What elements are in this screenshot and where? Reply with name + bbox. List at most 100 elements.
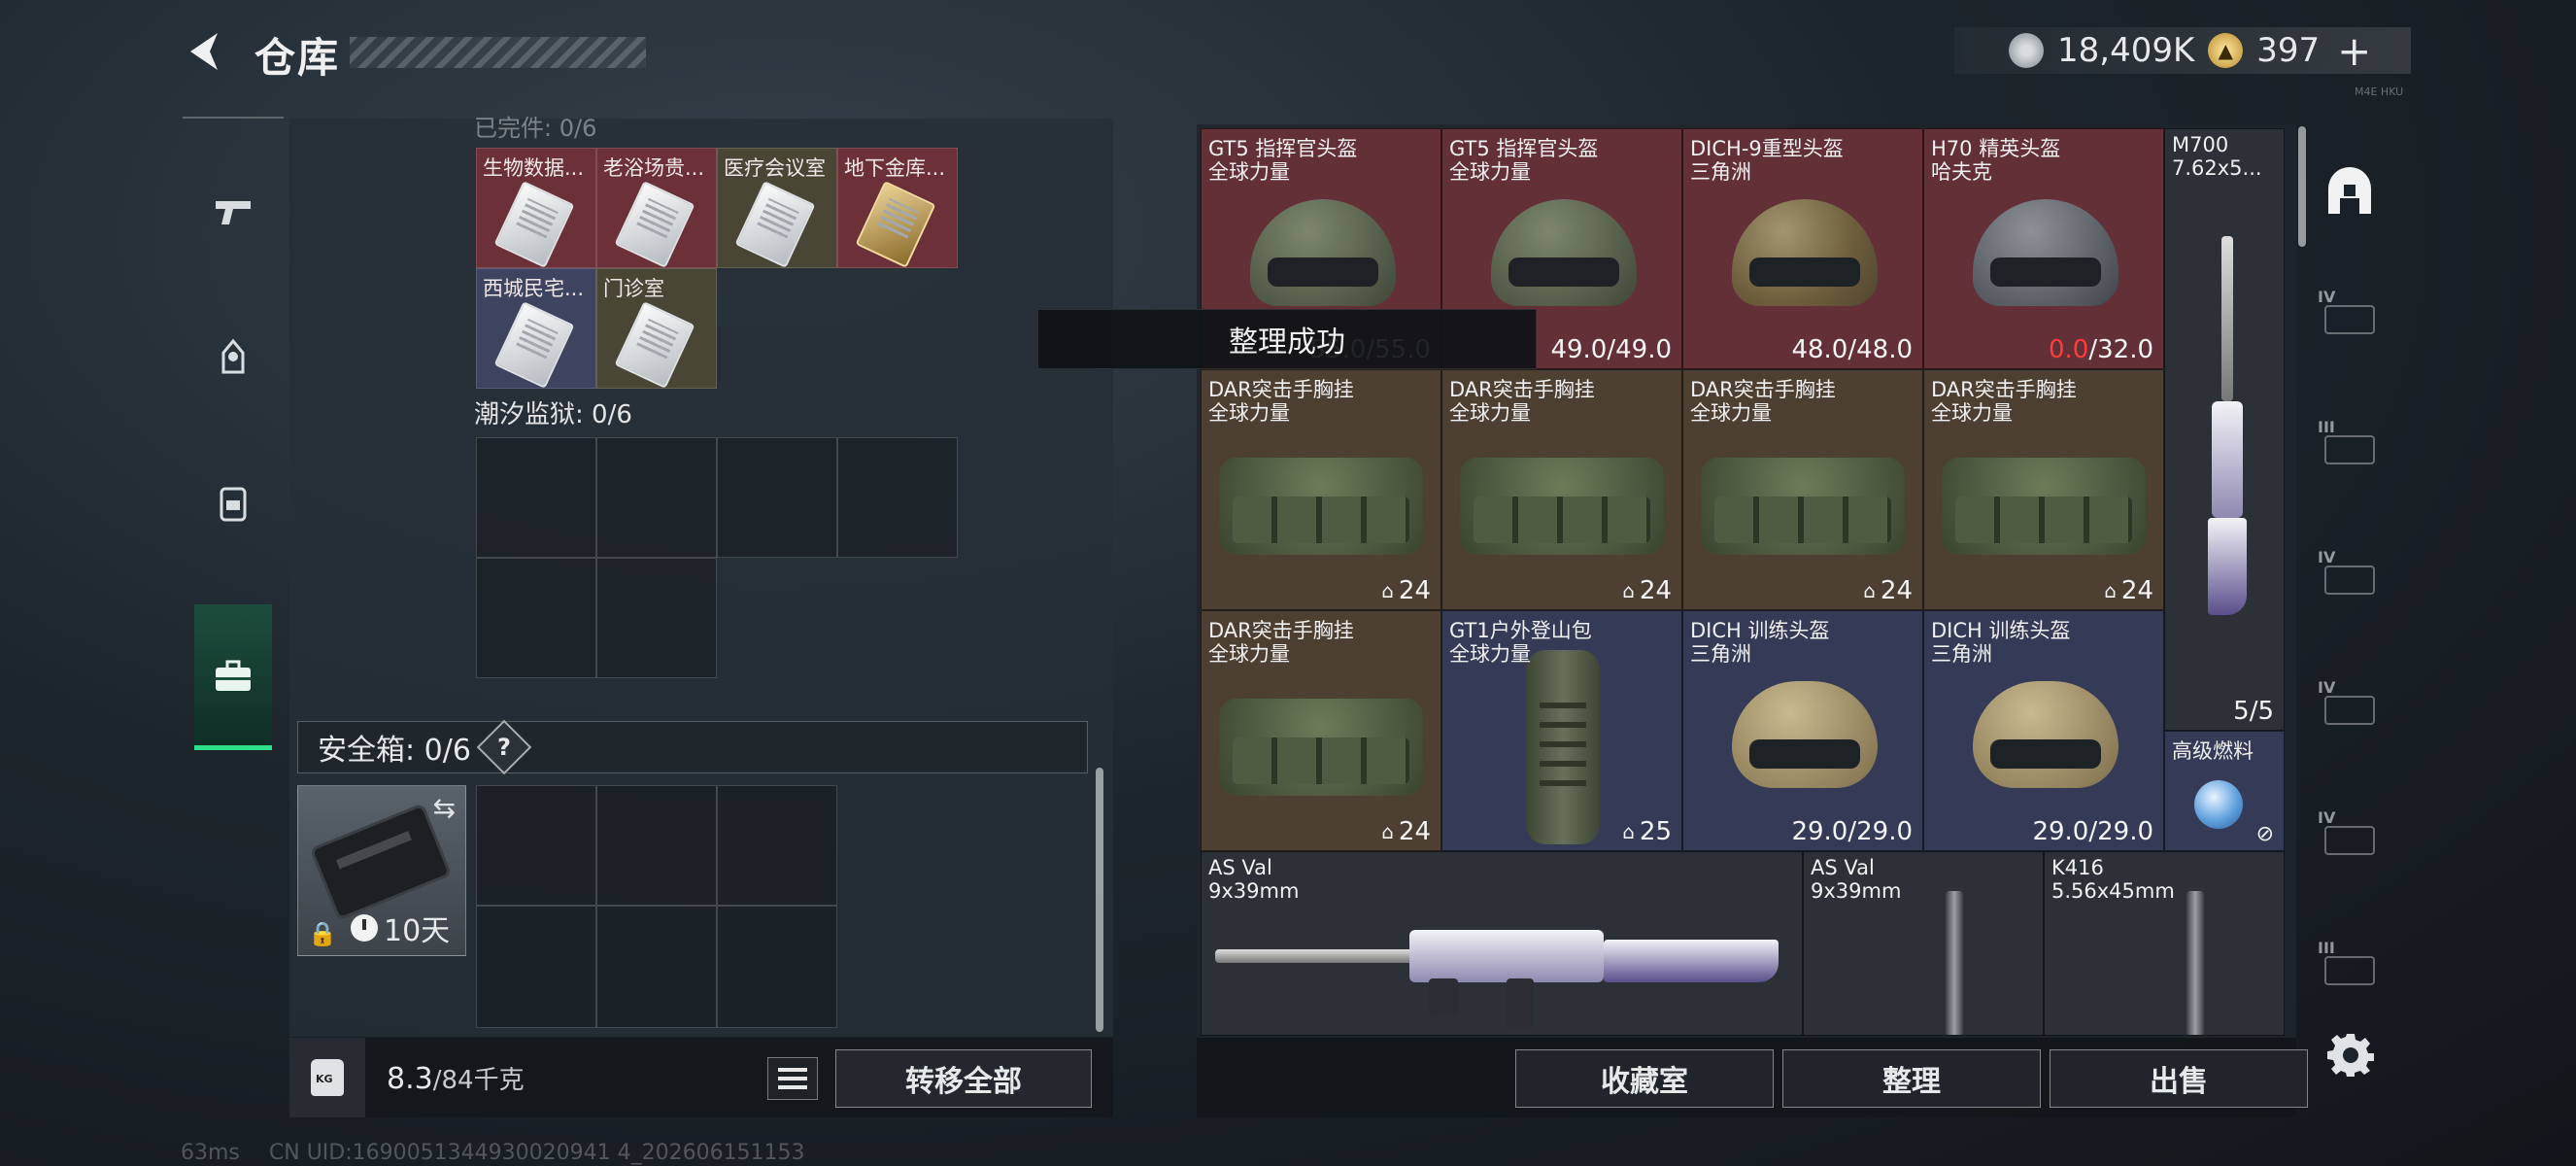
grade-filter[interactable]: III [2318,418,2382,482]
item-name: K416 [2051,856,2104,879]
empty-slot[interactable] [596,906,717,1028]
chest-rig-image [1942,438,2146,565]
item-subtitle: 7.62x5... [2172,156,2262,180]
backpack-icon [220,487,247,522]
tab-backpack[interactable] [183,429,284,575]
lock-icon: 🔒 [308,920,337,947]
capacity-value: ⌂ 24 [1381,817,1431,846]
chest-rig-image [1219,679,1423,806]
fuel-can-image [2194,780,2243,829]
inventory-item[interactable]: DAR突击手胸挂 全球力量 ⌂ 24 [1201,610,1441,851]
durability-value: 29.0/29.0 [2032,817,2153,846]
title-decoration [350,37,646,68]
inventory-item[interactable]: K416 5.56x45mm [2044,851,2285,1036]
empty-slot[interactable] [837,437,958,558]
currency-display: 18,409K ▲ 397 + [1954,27,2411,75]
inventory-item[interactable]: AS Val 9x39mm [1803,851,2044,1036]
grade-label: IV [2318,808,2336,827]
grade-label: III [2318,418,2335,436]
list-view-button[interactable] [767,1057,818,1100]
empty-slot[interactable] [476,558,596,678]
helmet-image [1722,189,1887,326]
back-arrow-icon[interactable] [181,27,229,76]
ping-readout: 63ms [181,1141,240,1165]
keycard-item[interactable]: 老浴场贵... [596,148,717,268]
grade-filter[interactable]: IV [2318,808,2382,873]
left-category-tabs [183,117,284,768]
inventory-item[interactable]: DAR突击手胸挂 全球力量 ⌂ 24 [1682,369,1923,610]
add-currency-button[interactable]: + [2337,27,2371,75]
inventory-item[interactable]: DAR突击手胸挂 全球力量 ⌂ 24 [1441,369,1682,610]
empty-slot[interactable] [476,906,596,1028]
inventory-item[interactable]: GT1户外登山包 全球力量 ⌂ 25 [1441,610,1682,851]
inventory-item[interactable]: DAR突击手胸挂 全球力量 ⌂ 24 [1923,369,2164,610]
no-trade-icon: ⊘ [2255,822,2274,846]
gear-silhouette-icon [2324,956,2375,985]
gear-silhouette-icon [2324,826,2375,855]
grade-filter[interactable]: IV [2318,548,2382,612]
durability-value: 0.0/32.0 [2048,335,2153,364]
filter-helmet[interactable] [2318,160,2382,224]
item-subtitle: 9x39mm [1208,879,1300,903]
tab-weapons[interactable] [183,138,284,284]
inventory-item[interactable]: DICH 训练头盔 三角洲 29.0/29.0 [1923,610,2164,851]
gear-silhouette-icon [2324,305,2375,334]
keycard-label: 生物数据... [483,156,585,180]
weight-readout: 8.3/84千克 [387,1061,525,1096]
inventory-item[interactable]: AS Val 9x39mm [1201,851,1803,1036]
weight-kg-icon [289,1038,365,1117]
backpack-image [1526,650,1600,844]
sell-button[interactable]: 出售 [2050,1049,2308,1108]
item-name: M700 [2172,133,2229,156]
keycard-item[interactable]: 生物数据... [476,148,596,268]
safe-box-item[interactable]: ⇆ 🔒 10天 [297,785,466,956]
gear-silhouette-icon [2324,696,2375,725]
sort-button[interactable]: 整理 [1782,1049,2041,1108]
keycard-image [493,181,575,267]
keycard-section-title: 已完件: 0/6 [474,115,597,142]
grade-filter[interactable]: III [2318,939,2382,1003]
inventory-item[interactable]: DICH-9重型头盔 三角洲 48.0/48.0 [1682,128,1923,369]
helmet-image [1963,189,2128,326]
capacity-value: ⌂ 24 [1863,576,1913,605]
empty-slot[interactable] [596,558,717,678]
inventory-item[interactable]: 高级燃料 ⊘ [2164,731,2285,851]
chest-rig-image [1219,438,1423,565]
keycard-item[interactable]: 医疗会议室 [717,148,837,268]
keycard-item[interactable]: 西城民宅... [476,268,596,389]
transfer-all-button[interactable]: 转移全部 [835,1049,1092,1108]
swap-icon[interactable]: ⇆ [433,792,456,824]
silver-coin-icon [2009,33,2044,68]
clock-icon [351,914,378,942]
empty-slot[interactable] [596,437,717,558]
footer-stats: 63ms CN UID:1690051344930020941 4_202606… [181,1141,805,1165]
empty-slot[interactable] [717,785,837,906]
item-subtitle: 全球力量 [1449,160,1531,184]
tab-safebox[interactable] [194,604,272,750]
inventory-item[interactable]: DAR突击手胸挂 全球力量 ⌂ 24 [1201,369,1441,610]
help-button[interactable]: ? [476,719,532,775]
left-scrollbar[interactable] [1096,768,1103,1032]
collection-room-button[interactable]: 收藏室 [1515,1049,1774,1108]
keycard-label: 地下金库... [844,156,946,180]
empty-slot[interactable] [476,785,596,906]
grade-label: IV [2318,288,2336,306]
grade-filter[interactable]: IV [2318,288,2382,352]
empty-slot[interactable] [717,906,837,1028]
tab-armor[interactable] [183,284,284,429]
empty-slot[interactable] [596,785,717,906]
tiny-label: M4E HKU [2355,86,2404,98]
empty-slot[interactable] [717,437,837,558]
inventory-item[interactable]: M700 7.62x5... 5/5 [2164,128,2285,731]
settings-gear-icon[interactable] [2327,1030,2374,1077]
keycard-item[interactable]: 地下金库... [837,148,958,268]
safe-timer: 10天 [351,907,450,949]
inventory-item[interactable]: DICH 训练头盔 三角洲 29.0/29.0 [1682,610,1923,851]
item-subtitle: 全球力量 [1208,401,1290,425]
empty-slot[interactable] [476,437,596,558]
gold-amount: 397 [2256,31,2321,70]
inventory-item[interactable]: H70 精英头盔 哈夫克 0.0/32.0 [1923,128,2164,369]
right-scrollbar[interactable] [2298,126,2306,247]
grade-filter[interactable]: IV [2318,678,2382,742]
keycard-item[interactable]: 门诊室 [596,268,717,389]
